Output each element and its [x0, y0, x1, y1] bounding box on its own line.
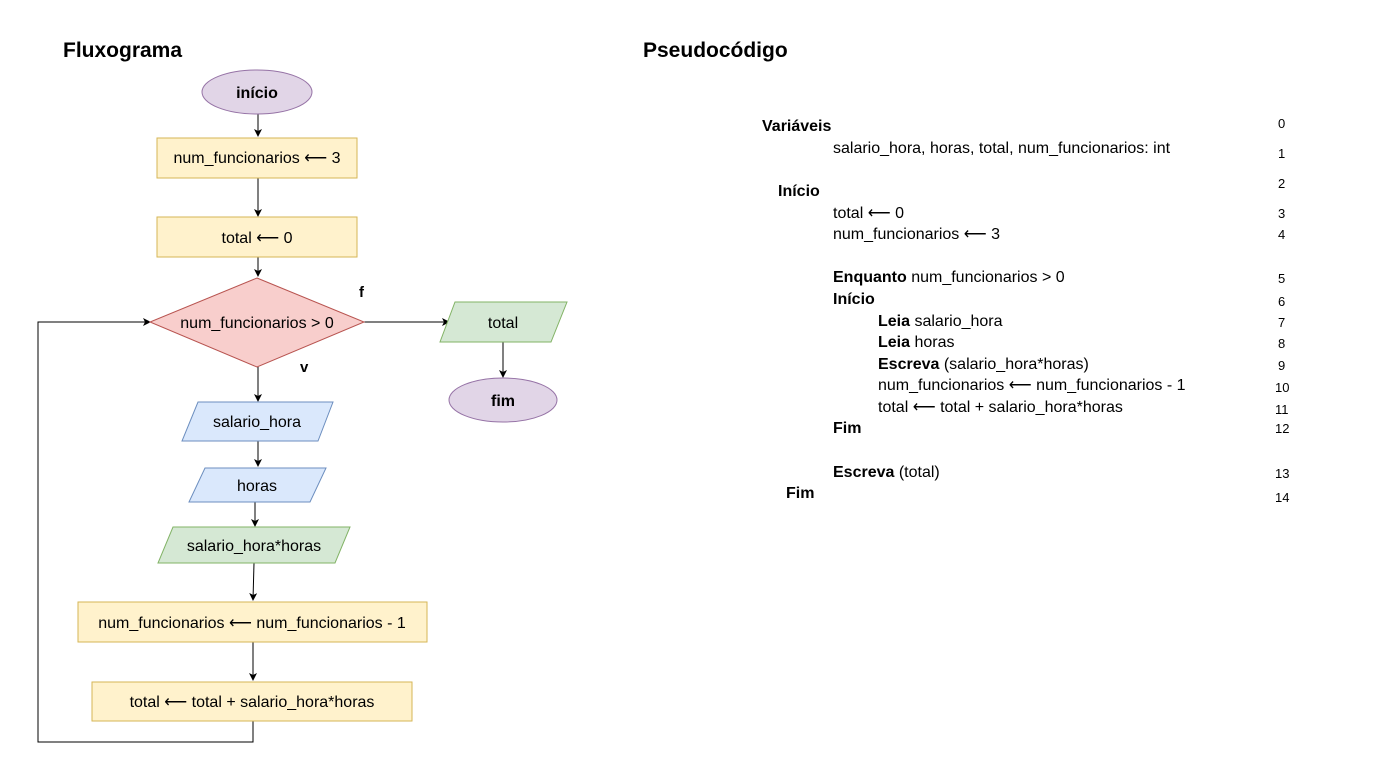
flowchart-title: Fluxograma: [63, 39, 182, 62]
keyword: Variáveis: [762, 118, 832, 135]
line-number: 0: [1278, 116, 1286, 131]
read-hours-label: horas: [237, 478, 277, 495]
line-number: 12: [1275, 421, 1290, 436]
line-number: 8: [1278, 336, 1286, 351]
line-number: 4: [1278, 227, 1286, 242]
output-product-label: salario_hora*horas: [187, 538, 321, 555]
code-line-9: Escreva (salario_hora*horas): [878, 356, 1089, 373]
line-number: 3: [1278, 206, 1286, 221]
process-init-total: total ⟵ 0: [156, 216, 358, 258]
line-number: 1: [1278, 146, 1286, 161]
code-line-2: Início: [778, 183, 820, 200]
code-line-13: Escreva (total): [833, 464, 940, 481]
code-line-12: Fim: [833, 420, 862, 437]
line-number: 6: [1278, 294, 1286, 309]
decrement-label: num_funcionarios ⟵ num_funcionarios - 1: [98, 615, 406, 632]
code-line-0: Variáveis: [762, 118, 831, 136]
line-number: 2: [1278, 176, 1286, 191]
init-count-label: num_funcionarios ⟵ 3: [173, 150, 340, 167]
output-total-label: total: [488, 315, 518, 332]
init-total-label: total ⟵ 0: [222, 230, 293, 247]
code-line-8: Leia horas: [878, 334, 955, 351]
accumulate-label: total ⟵ total + salario_hora*horas: [130, 694, 375, 711]
line-number: 11: [1275, 402, 1289, 417]
code-line-3: total ⟵ 0: [833, 205, 904, 222]
line-number: 7: [1278, 315, 1286, 330]
line-number: 14: [1275, 490, 1290, 505]
code-line-6: Início: [833, 291, 875, 308]
edge-product-to-decrement: [249, 562, 258, 601]
start-terminal: início: [201, 69, 313, 115]
output-total: total: [439, 301, 568, 343]
code-line-4: num_funcionarios ⟵ 3: [833, 226, 1001, 243]
decision-condition: num_funcionarios > 0: [148, 277, 366, 368]
process-decrement: num_funcionarios ⟵ num_funcionarios - 1: [77, 601, 428, 643]
edge-label-true: v: [300, 359, 309, 376]
line-number: 13: [1275, 466, 1290, 481]
line-number: 5: [1278, 271, 1286, 286]
start-label: início: [236, 85, 278, 102]
input-salary: salario_hora: [181, 401, 334, 442]
code-line-5: Enquanto num_funcionarios > 0: [833, 269, 1065, 286]
edge-label-false: f: [359, 284, 365, 301]
code-line-1: salario_hora, horas, total, num_funciona…: [833, 140, 1171, 157]
line-number: 10: [1275, 380, 1290, 395]
process-accumulate: total ⟵ total + salario_hora*horas: [91, 681, 413, 722]
line-number: 9: [1278, 358, 1286, 373]
code-line-14: Fim: [786, 485, 815, 502]
pseudocode-title: Pseudocódigo: [643, 39, 788, 62]
code-line-7: Leia salario_hora: [878, 313, 1003, 330]
process-init-count: num_funcionarios ⟵ 3: [156, 137, 358, 179]
code-line-10: num_funcionarios ⟵ num_funcionarios - 1: [878, 377, 1186, 394]
end-label: fim: [491, 393, 515, 410]
output-product: salario_hora*horas: [157, 526, 351, 564]
code-line-11: total ⟵ total + salario_hora*horas: [878, 399, 1123, 416]
read-salary-label: salario_hora: [213, 414, 301, 431]
input-hours: horas: [188, 467, 327, 503]
condition-label: num_funcionarios > 0: [180, 315, 334, 332]
end-terminal: fim: [448, 377, 558, 423]
